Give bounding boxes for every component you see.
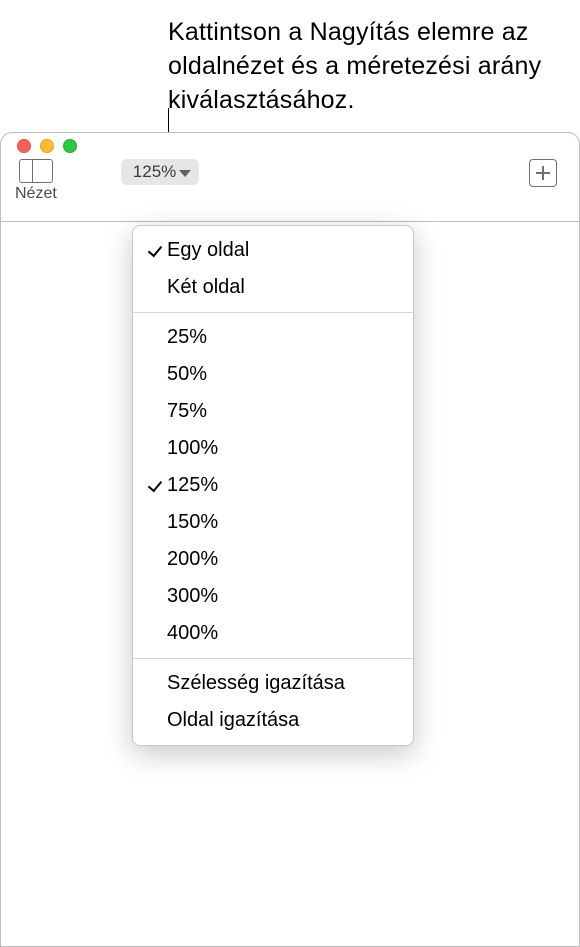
menu-item-label: 25%	[167, 326, 207, 349]
menu-item-fit-page[interactable]: Oldal igazítása	[133, 702, 413, 739]
menu-item-label: 200%	[167, 548, 218, 571]
menu-separator	[133, 312, 413, 313]
plus-icon	[529, 159, 557, 187]
callout-text: Kattintson a Nagyítás elemre az oldalnéz…	[168, 16, 580, 117]
toolbar: Nézet 125%	[1, 159, 579, 221]
zoom-popup-menu: Egy oldal Két oldal 25% 50% 75% 100% 125…	[132, 225, 414, 746]
menu-item-zoom-100[interactable]: 100%	[133, 430, 413, 467]
menu-item-label: 300%	[167, 585, 218, 608]
menu-item-label: 100%	[167, 437, 218, 460]
menu-item-label: Egy oldal	[167, 239, 249, 262]
chevron-down-icon	[179, 170, 191, 177]
menu-item-label: 50%	[167, 363, 207, 386]
menu-item-label: 400%	[167, 622, 218, 645]
close-window-button[interactable]	[17, 139, 31, 153]
menu-item-zoom-300[interactable]: 300%	[133, 578, 413, 615]
menu-item-zoom-50[interactable]: 50%	[133, 356, 413, 393]
check-icon	[147, 477, 161, 492]
menu-item-label: Oldal igazítása	[167, 709, 299, 732]
menu-item-label: Két oldal	[167, 276, 245, 299]
zoom-value-label: 125%	[133, 162, 176, 182]
menu-item-zoom-25[interactable]: 25%	[133, 319, 413, 356]
minimize-window-button[interactable]	[40, 139, 54, 153]
menu-item-zoom-75[interactable]: 75%	[133, 393, 413, 430]
menu-item-label: 150%	[167, 511, 218, 534]
menu-separator	[133, 658, 413, 659]
menu-item-zoom-125[interactable]: 125%	[133, 467, 413, 504]
zoom-dropdown-button[interactable]: 125%	[121, 159, 199, 185]
view-toolbar-label: Nézet	[15, 185, 57, 203]
maximize-window-button[interactable]	[63, 139, 77, 153]
zoom-toolbar-item: 125%	[121, 159, 199, 185]
menu-item-zoom-400[interactable]: 400%	[133, 615, 413, 652]
menu-item-fit-width[interactable]: Szélesség igazítása	[133, 665, 413, 702]
menu-item-zoom-150[interactable]: 150%	[133, 504, 413, 541]
menu-item-two-pages[interactable]: Két oldal	[133, 269, 413, 306]
check-icon	[147, 242, 161, 257]
menu-item-label: 125%	[167, 474, 218, 497]
add-toolbar-item[interactable]	[529, 159, 557, 187]
titlebar	[1, 133, 579, 159]
view-pane-icon	[19, 159, 53, 183]
menu-item-one-page[interactable]: Egy oldal	[133, 232, 413, 269]
menu-item-label: Szélesség igazítása	[167, 672, 345, 695]
menu-item-zoom-200[interactable]: 200%	[133, 541, 413, 578]
view-toolbar-item[interactable]: Nézet	[15, 159, 57, 203]
menu-item-label: 75%	[167, 400, 207, 423]
